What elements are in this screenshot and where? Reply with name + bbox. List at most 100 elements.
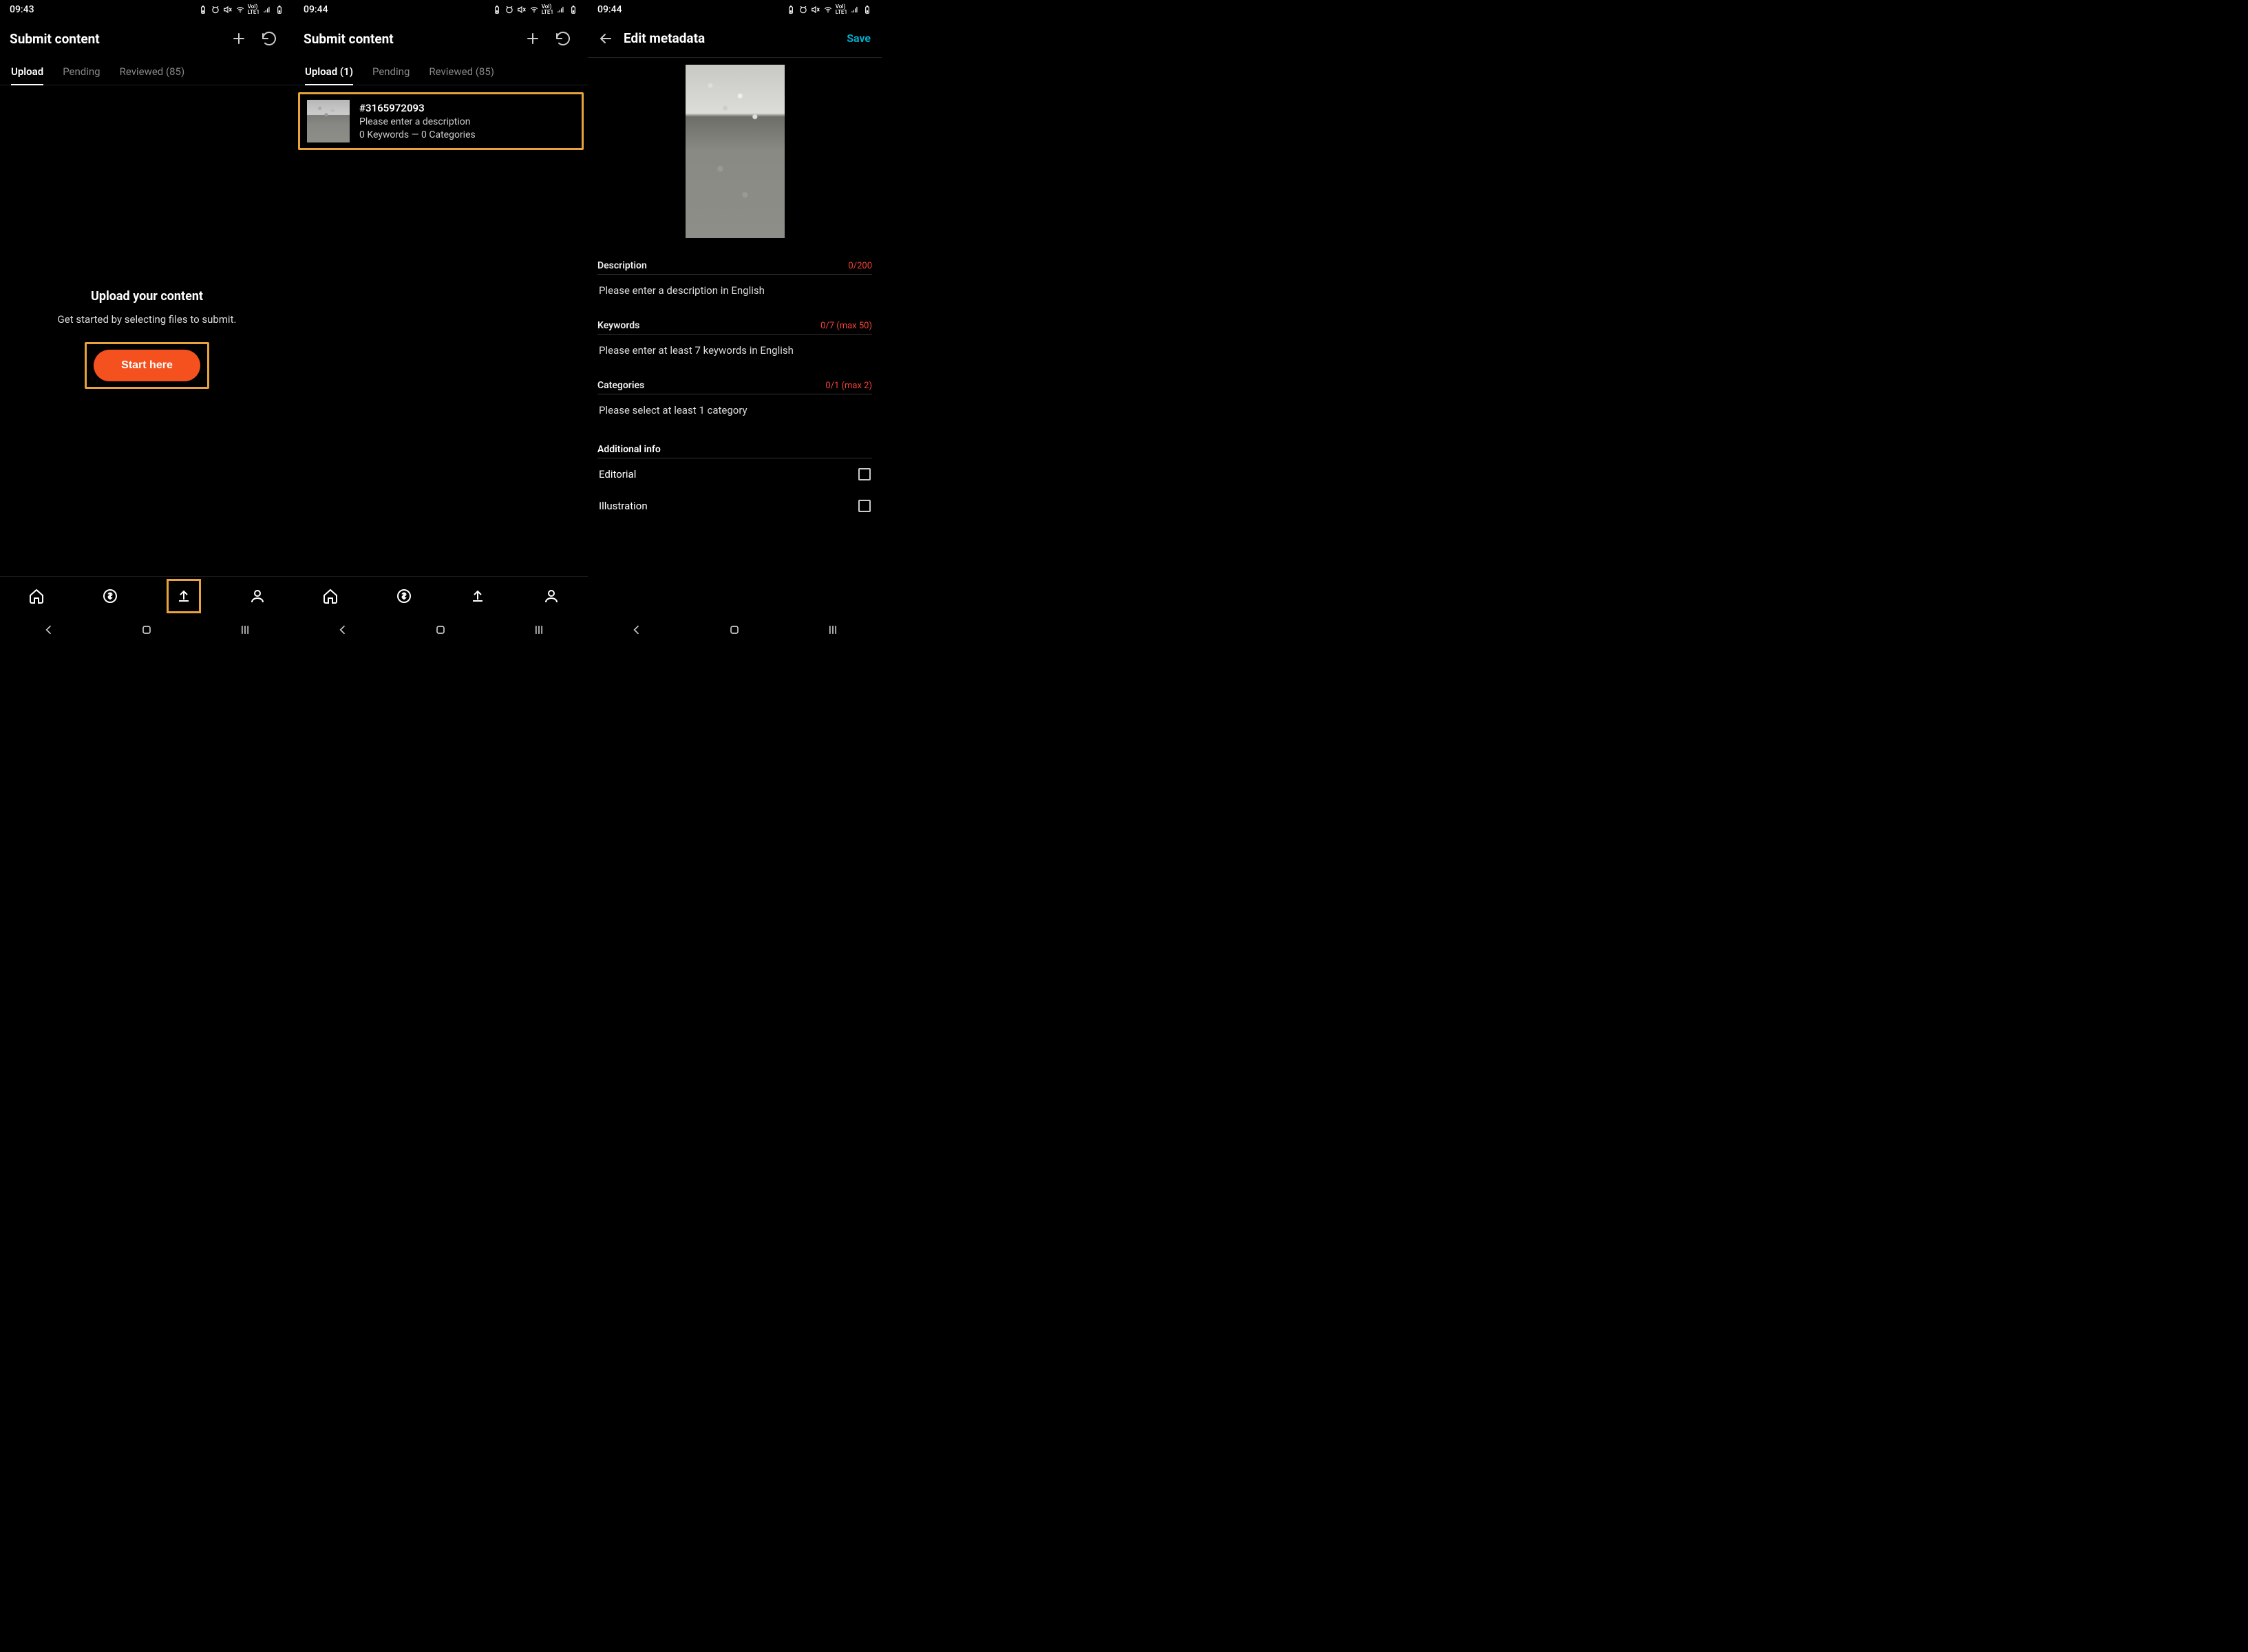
add-button[interactable] (518, 23, 548, 54)
nav-back[interactable] (336, 623, 350, 639)
upload-stats: 0 Keywords — 0 Categories (359, 129, 476, 140)
home-icon (322, 588, 339, 604)
categories-input[interactable]: Please select at least 1 category (597, 394, 872, 434)
nav-back[interactable] (42, 623, 56, 639)
tab-earnings[interactable] (387, 579, 421, 613)
back-icon (597, 30, 614, 47)
refresh-button[interactable] (548, 23, 578, 54)
categories-field-header: Categories 0/1 (max 2) (597, 374, 872, 394)
tab-earnings[interactable] (93, 579, 127, 613)
clock: 09:43 (10, 4, 34, 15)
lte-label: VoI)LTE1 (542, 4, 553, 15)
add-button[interactable] (224, 23, 254, 54)
android-nav-bar (0, 615, 294, 648)
upload-description-prompt: Please enter a description (359, 116, 476, 127)
refresh-button[interactable] (254, 23, 284, 54)
upload-icon (176, 588, 192, 604)
battery-icon (862, 5, 872, 14)
empty-subtitle: Get started by selecting files to submit… (58, 313, 237, 326)
spacer (294, 157, 588, 648)
android-nav-bar (294, 615, 588, 648)
back-button[interactable] (595, 23, 617, 54)
upload-item[interactable]: #3165972093 Please enter a description 0… (298, 92, 584, 150)
lte-label: VoI)LTE1 (836, 4, 847, 15)
additional-info-header: Additional info (597, 438, 872, 458)
alarm-icon (211, 5, 220, 14)
battery-icon (275, 5, 284, 14)
upload-list: #3165972093 Please enter a description 0… (294, 85, 588, 157)
description-input[interactable]: Please enter a description in English (597, 275, 872, 315)
nav-back[interactable] (630, 623, 644, 639)
tab-profile[interactable] (240, 579, 275, 613)
lte-label: VoI)LTE1 (248, 4, 259, 15)
tab-upload[interactable]: Upload (1) (305, 65, 353, 85)
tab-pending[interactable]: Pending (63, 65, 100, 85)
description-field-header: Description 0/200 (597, 255, 872, 275)
illustration-checkbox[interactable] (858, 500, 871, 512)
chevron-left-icon (630, 623, 644, 637)
editorial-label: Editorial (599, 468, 636, 480)
thumbnail (307, 100, 350, 142)
alarm-icon (786, 5, 796, 14)
tab-home[interactable] (19, 579, 54, 613)
signal-icon (850, 5, 860, 14)
edit-form: Description 0/200 Please enter a descrip… (588, 58, 882, 648)
alarm-icon (492, 5, 502, 14)
status-bar: 09:44 VoI)LTE1 (588, 0, 882, 19)
categories-label: Categories (597, 380, 644, 391)
page-title: Edit metadata (624, 30, 847, 46)
mute-icon (811, 5, 820, 14)
plus-icon (231, 30, 247, 47)
bottom-tab-bar (294, 576, 588, 615)
nav-recents[interactable] (826, 623, 840, 639)
bottom-tab-bar (0, 576, 294, 615)
tab-upload[interactable]: Upload (11, 65, 43, 85)
editorial-checkbox[interactable] (858, 468, 871, 480)
alarm-icon (798, 5, 808, 14)
tab-reviewed[interactable]: Reviewed (85) (120, 65, 185, 85)
keywords-label: Keywords (597, 320, 639, 331)
status-icons: VoI)LTE1 (198, 4, 284, 15)
mute-icon (517, 5, 527, 14)
chevron-left-icon (336, 623, 350, 637)
dollar-icon (102, 588, 118, 604)
battery-icon (569, 5, 578, 14)
description-label: Description (597, 260, 647, 271)
clock: 09:44 (597, 4, 622, 15)
nav-home[interactable] (140, 623, 153, 639)
editorial-row[interactable]: Editorial (597, 458, 872, 490)
highlight-frame: Start here (85, 342, 209, 389)
illustration-row[interactable]: Illustration (597, 490, 872, 522)
mute-icon (223, 5, 233, 14)
categories-counter: 0/1 (max 2) (825, 381, 872, 391)
chevron-left-icon (42, 623, 56, 637)
upload-id: #3165972093 (359, 102, 476, 114)
header: Edit metadata Save (588, 19, 882, 58)
nav-recents[interactable] (532, 623, 546, 639)
dollar-icon (396, 588, 412, 604)
wifi-icon (823, 5, 833, 14)
nav-recents[interactable] (238, 623, 252, 639)
nav-home[interactable] (728, 623, 741, 639)
tab-reviewed[interactable]: Reviewed (85) (429, 65, 494, 85)
home-icon (28, 588, 45, 604)
wifi-icon (529, 5, 539, 14)
signal-icon (262, 5, 272, 14)
status-bar: 09:43 VoI)LTE1 (0, 0, 294, 19)
keywords-input[interactable]: Please enter at least 7 keywords in Engl… (597, 335, 872, 374)
status-icons: VoI)LTE1 (786, 4, 872, 15)
tab-upload-nav[interactable] (167, 579, 201, 613)
tab-profile[interactable] (534, 579, 569, 613)
tab-upload-nav[interactable] (460, 579, 495, 613)
save-button[interactable]: Save (847, 32, 875, 45)
tab-home[interactable] (313, 579, 348, 613)
empty-title: Upload your content (91, 289, 203, 304)
start-here-button[interactable]: Start here (94, 350, 200, 381)
wifi-icon (235, 5, 245, 14)
tab-pending[interactable]: Pending (372, 65, 410, 85)
status-bar: 09:44 VoI)LTE1 (294, 0, 588, 19)
keywords-field-header: Keywords 0/7 (max 50) (597, 315, 872, 335)
screen-upload-item: 09:44 VoI)LTE1 Submit content Upload (1)… (294, 0, 588, 648)
page-title: Submit content (10, 31, 224, 47)
nav-home[interactable] (434, 623, 447, 639)
